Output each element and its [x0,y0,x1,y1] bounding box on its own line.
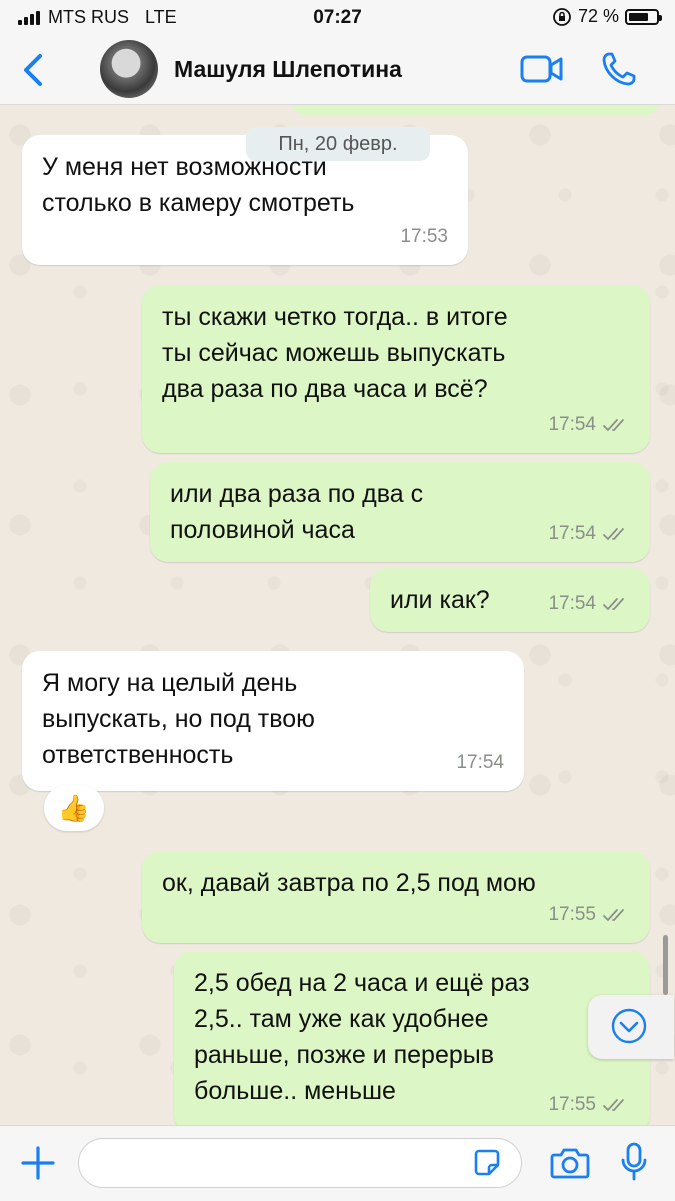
status-bar: MTS RUS LTE 07:27 72 % [0,0,675,36]
sticker-icon[interactable] [472,1148,502,1178]
message-bubble-outgoing[interactable]: или два раза по два с половиной часа 17:… [150,462,650,562]
message-bubble-incoming[interactable]: Я могу на целый день выпускать, но под т… [22,651,524,791]
scrollbar[interactable] [663,935,668,995]
battery-percent: 72 % [577,6,619,26]
camera-icon[interactable] [550,1146,590,1180]
video-call-icon[interactable] [520,54,564,84]
message-bubble-outgoing[interactable]: ты скажи четко тогда.. в итоге ты сейчас… [142,285,650,453]
read-ticks-icon [603,419,624,432]
message-time: 17:53 [400,226,448,247]
date-separator: Пн, 20 февр. [246,127,430,161]
status-right: 72 % [552,6,662,27]
scroll-down-button[interactable] [588,995,674,1059]
message-time: 17:54 [548,414,596,435]
contact-name[interactable]: Машуля Шлепотина [174,56,402,83]
chat-header: Машуля Шлепотина [0,36,675,105]
message-time: 17:55 [548,904,596,925]
message-time: 17:54 [548,593,596,614]
message-time: 17:55 [548,1094,596,1115]
message-text: Я могу на целый день выпускать, но под т… [42,669,315,769]
message-text: ок, давай завтра по 2,5 под мою [162,869,536,897]
message-bubble-outgoing[interactable]: ок, давай завтра по 2,5 под мою 17:55 [142,851,650,943]
message-text: ты скажи четко тогда.. в итоге ты сейчас… [162,303,508,403]
message-time: 17:54 [548,523,596,544]
message-input[interactable] [78,1138,522,1188]
message-bubble-outgoing[interactable]: 2,5 обед на 2 часа и ещё раз 2,5.. там у… [174,951,650,1125]
message-bubble-outgoing[interactable]: или как? 17:54 [370,568,650,632]
message-time: 17:54 [456,752,504,773]
scroll-down-icon [611,1008,647,1044]
previous-message-peek [292,105,660,115]
chat-area[interactable]: Пн, 20 февр. У меня нет возможности стол… [0,105,675,1125]
plus-icon[interactable] [20,1145,56,1181]
read-ticks-icon [603,909,624,922]
microphone-icon[interactable] [620,1142,648,1182]
orientation-lock-icon [553,7,571,26]
input-bar [0,1125,675,1201]
avatar[interactable] [100,40,158,98]
back-icon[interactable] [18,52,48,88]
thumbs-up-reaction[interactable]: 👍 [44,785,104,831]
read-ticks-icon [603,1099,624,1112]
read-ticks-icon [603,528,624,541]
read-ticks-icon [603,598,624,611]
battery-icon [625,8,662,25]
phone-icon[interactable] [600,50,638,88]
